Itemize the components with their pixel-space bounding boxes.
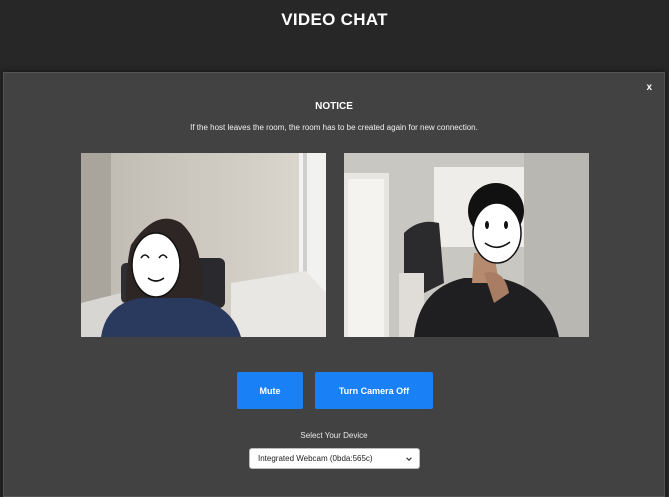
turn-camera-off-button[interactable]: Turn Camera Off	[315, 372, 433, 409]
mute-button[interactable]: Mute	[237, 372, 303, 409]
device-select-label: Select Your Device	[300, 431, 368, 440]
notice-text: If the host leaves the room, the room ha…	[190, 123, 478, 132]
device-select-value: Integrated Webcam (0bda:565c)	[258, 454, 373, 463]
notice-modal: x NOTICE If the host leaves the room, th…	[3, 72, 665, 497]
local-video	[81, 153, 326, 337]
remote-video	[344, 153, 589, 337]
close-button[interactable]: x	[646, 82, 652, 93]
notice-title: NOTICE	[315, 101, 353, 112]
remote-video-feed	[344, 153, 589, 337]
chevron-down-icon	[406, 456, 412, 461]
app-title: VIDEO CHAT	[281, 10, 388, 29]
video-chat-page: VIDEO CHAT x NOTICE If the host leaves t…	[0, 0, 669, 497]
local-video-feed	[81, 153, 326, 337]
device-select[interactable]: Integrated Webcam (0bda:565c)	[249, 448, 420, 469]
